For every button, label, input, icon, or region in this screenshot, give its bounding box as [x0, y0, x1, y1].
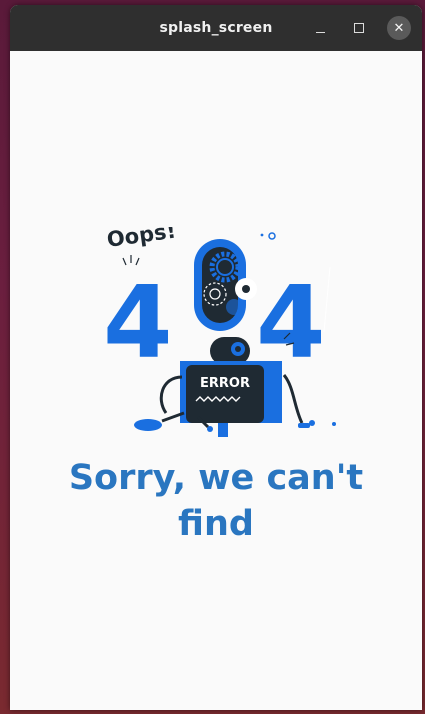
- splash-content: Oops! 4 4 ERROR Sorry, we can't find: [10, 51, 422, 710]
- robot-arm-right: [282, 374, 304, 424]
- message-line-1: Sorry, we can't: [68, 458, 364, 498]
- robot-neck: [218, 423, 228, 437]
- maximize-button[interactable]: [347, 16, 371, 40]
- oops-text: Oops!: [105, 227, 177, 252]
- error-message: Sorry, we can't find: [10, 455, 422, 547]
- minimize-icon: [315, 31, 325, 33]
- debris-piece: [298, 423, 310, 428]
- close-icon: ✕: [393, 20, 405, 36]
- robot-arm-left: [159, 375, 183, 414]
- maximize-icon: [354, 23, 364, 33]
- error-label: ERROR: [200, 376, 250, 391]
- robot-foot-left: [134, 419, 162, 431]
- window-title: splash_screen: [159, 20, 273, 36]
- gear-icon-white: [235, 278, 257, 300]
- minimize-button[interactable]: [308, 16, 332, 40]
- close-button[interactable]: ✕: [387, 16, 411, 40]
- digit-four-left: 4: [103, 264, 173, 381]
- small-gear-icon: [268, 232, 276, 240]
- debris-dot: [207, 426, 213, 432]
- robot-pupil: [235, 346, 241, 352]
- error-404-illustration: Oops! 4 4 ERROR: [103, 227, 336, 437]
- gear-icon-bottom: [226, 299, 242, 315]
- debris-dot: [332, 422, 336, 426]
- app-window: splash_screen ✕ Oops! 4 4 ERROR Sorry, w…: [10, 5, 422, 710]
- error-screen: [186, 365, 264, 423]
- title-bar[interactable]: splash_screen ✕: [10, 5, 422, 51]
- dot: [260, 233, 264, 237]
- message-line-2: find: [178, 504, 254, 544]
